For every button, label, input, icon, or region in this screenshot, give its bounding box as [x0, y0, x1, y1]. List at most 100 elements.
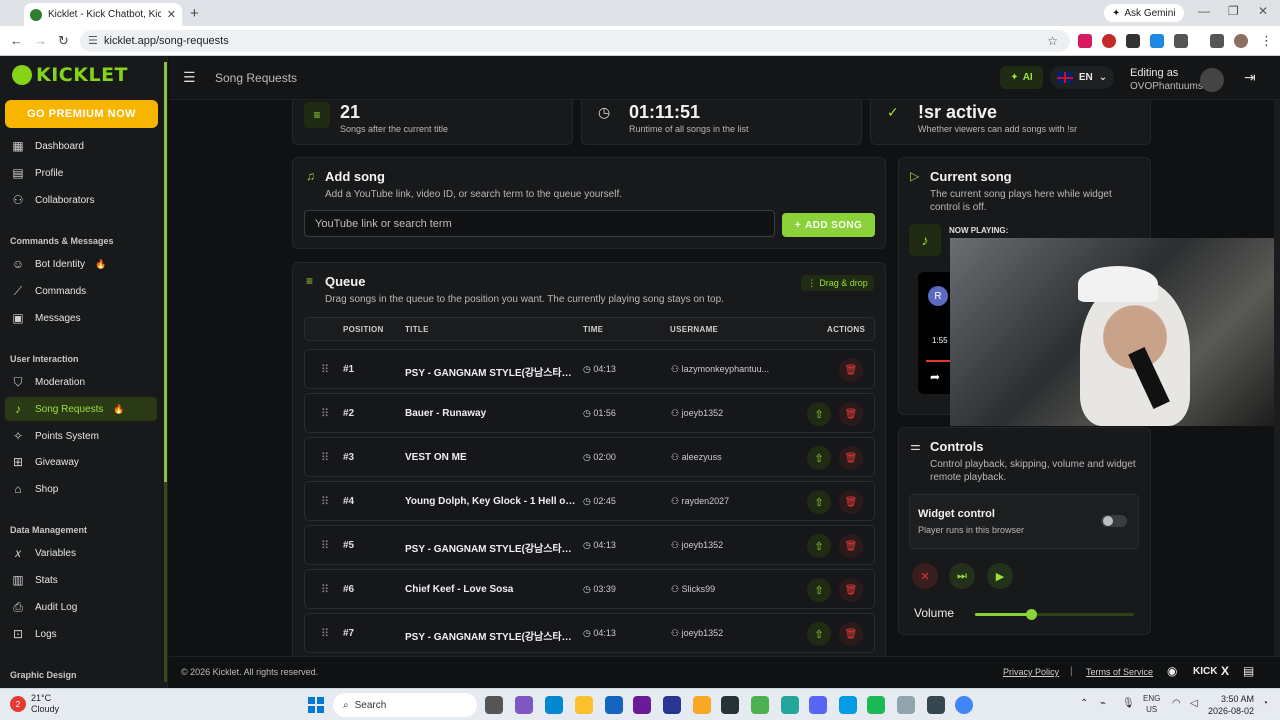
table-row[interactable]: ⠿ #6 Chief Keef - Love Sosa ◷ 03:39 ⚇ Sl… — [304, 569, 875, 609]
site-info-icon[interactable]: ☰ — [88, 34, 98, 47]
song-search-input[interactable]: YouTube link or search term — [304, 210, 775, 237]
app-icon[interactable] — [633, 696, 651, 714]
x-twitter-link[interactable]: X — [1221, 664, 1229, 678]
move-to-top-button[interactable]: ⇧ — [807, 446, 831, 470]
delete-song-button[interactable]: 🗑 — [839, 622, 863, 646]
new-tab-button[interactable]: + — [190, 5, 199, 22]
obs-icon[interactable] — [927, 696, 945, 714]
taskbar-clock[interactable]: 3:50 AM 2026-08-02 — [1208, 693, 1254, 717]
sidebar-item-variables[interactable]: 𝑥 Variables — [5, 541, 157, 565]
forward-icon[interactable]: → — [34, 33, 47, 48]
docs-icon[interactable]: ▤ — [1243, 664, 1254, 678]
input-language[interactable]: ENG US — [1143, 693, 1160, 715]
sidebar-scrollbar[interactable] — [164, 62, 167, 682]
extension-icon[interactable] — [1150, 34, 1164, 48]
sidebar-item-bot-identity[interactable]: ☺ Bot Identity 🔥 — [5, 252, 157, 276]
discord-icon[interactable]: ◉ — [1167, 664, 1177, 678]
premiere-icon[interactable] — [663, 696, 681, 714]
app-icon[interactable] — [751, 696, 769, 714]
task-view-icon[interactable] — [485, 696, 503, 714]
drag-handle-icon[interactable]: ⠿ — [321, 363, 329, 376]
extensions-puzzle-icon[interactable] — [1174, 34, 1188, 48]
network-icon[interactable]: ⌁ — [1100, 698, 1106, 709]
move-to-top-button[interactable]: ⇧ — [807, 578, 831, 602]
reading-list-icon[interactable] — [1210, 34, 1224, 48]
move-to-top-button[interactable]: ⇧ — [807, 490, 831, 514]
delete-song-button[interactable]: 🗑 — [839, 446, 863, 470]
extension-icon[interactable] — [1102, 34, 1116, 48]
close-tab-icon[interactable]: ✕ — [167, 8, 176, 21]
table-row[interactable]: ⠿ #2 Bauer - Runaway ◷ 01:56 ⚇ joeyb1352… — [304, 393, 875, 433]
share-icon[interactable]: ➦ — [930, 370, 940, 384]
notifications-icon[interactable]: ◔ — [1262, 698, 1268, 709]
taskbar-search[interactable]: ⌕ Search — [333, 693, 477, 717]
sidebar-item-commands[interactable]: ⟋ Commands — [5, 279, 157, 303]
collapse-menu-icon[interactable]: ☰ — [183, 69, 196, 86]
delete-song-button[interactable]: 🗑 — [839, 402, 863, 426]
url-field[interactable]: ☰ kicklet.app/song-requests ☆ — [80, 30, 1070, 52]
steam-icon[interactable] — [721, 696, 739, 714]
restore-icon[interactable]: ❐ — [1228, 4, 1239, 18]
volume-slider[interactable] — [975, 609, 1134, 620]
mic-icon[interactable]: 🎙 — [1122, 698, 1135, 709]
volume-icon[interactable]: ◁ — [1190, 698, 1198, 709]
sidebar-item-logs[interactable]: ⊡ Logs — [5, 622, 157, 646]
wifi-icon[interactable]: ◠ — [1172, 698, 1181, 709]
extension-icon[interactable] — [1126, 34, 1140, 48]
sidebar-item-song-requests[interactable]: ♪ Song Requests 🔥 — [5, 397, 157, 421]
app-icon[interactable] — [693, 696, 711, 714]
page-scrollbar[interactable] — [1274, 100, 1280, 656]
play-button[interactable]: ▶ — [987, 563, 1013, 589]
kicklet-logo[interactable]: KICKLET — [12, 64, 128, 86]
sidebar-item-profile[interactable]: ▤ Profile — [5, 161, 157, 185]
sidebar-item-moderation[interactable]: ⛉ Moderation — [5, 370, 157, 394]
move-to-top-button[interactable]: ⇧ — [807, 534, 831, 558]
move-to-top-button[interactable]: ⇧ — [807, 622, 831, 646]
table-row[interactable]: ⠿ #1 PSY - GANGNAM STYLE(강남스타일... ◷ 04:1… — [304, 349, 875, 389]
bookmark-star-icon[interactable]: ☆ — [1047, 34, 1058, 48]
app-icon[interactable] — [897, 696, 915, 714]
explorer-icon[interactable] — [575, 696, 593, 714]
drag-handle-icon[interactable]: ⠿ — [321, 495, 329, 508]
kick-link[interactable]: KICK — [1193, 666, 1217, 677]
stop-button[interactable]: ✕ — [912, 563, 938, 589]
volume-knob[interactable] — [1025, 609, 1037, 620]
table-row[interactable]: ⠿ #3 VEST ON ME ◷ 02:00 ⚇ aleezyuss ⇧ 🗑 — [304, 437, 875, 477]
drag-handle-icon[interactable]: ⠿ — [321, 583, 329, 596]
chrome-icon[interactable] — [955, 696, 973, 714]
window-close-icon[interactable]: ✕ — [1258, 4, 1268, 18]
privacy-policy-link[interactable]: Privacy Policy — [1003, 667, 1059, 677]
sidebar-scroll-thumb[interactable] — [164, 62, 167, 482]
windows-start-icon[interactable] — [308, 697, 324, 713]
profile-avatar-icon[interactable] — [1234, 34, 1248, 48]
skip-button[interactable]: ⏭ — [949, 563, 975, 589]
copilot-icon[interactable] — [515, 696, 533, 714]
move-to-top-button[interactable]: ⇧ — [807, 402, 831, 426]
sidebar-item-collaborators[interactable]: ⚇ Collaborators — [5, 188, 157, 212]
app-icon[interactable] — [605, 696, 623, 714]
drag-handle-icon[interactable]: ⠿ — [321, 407, 329, 420]
spotify-icon[interactable] — [867, 696, 885, 714]
add-song-button[interactable]: + ADD SONG — [782, 213, 875, 237]
browser-menu-icon[interactable]: ⋮ — [1260, 33, 1273, 49]
sidebar-item-points-system[interactable]: ✧ Points System — [5, 424, 157, 448]
drag-handle-icon[interactable]: ⠿ — [321, 539, 329, 552]
avatar[interactable] — [1200, 68, 1224, 92]
edge-icon[interactable] — [545, 696, 563, 714]
drag-handle-icon[interactable]: ⠿ — [321, 627, 329, 640]
minimize-icon[interactable]: — — [1198, 4, 1210, 18]
table-row[interactable]: ⠿ #5 PSY - GANGNAM STYLE(강남스타일... ◷ 04:1… — [304, 525, 875, 565]
telegram-icon[interactable] — [839, 696, 857, 714]
sidebar-item-shop[interactable]: ⌂ Shop — [5, 477, 157, 501]
drag-handle-icon[interactable]: ⠿ — [321, 451, 329, 464]
table-row[interactable]: ⠿ #7 PSY - GANGNAM STYLE(강남스타일... ◷ 04:1… — [304, 613, 875, 653]
sidebar-item-stats[interactable]: ▥ Stats — [5, 568, 157, 592]
delete-song-button[interactable]: 🗑 — [839, 534, 863, 558]
delete-song-button[interactable]: 🗑 — [839, 358, 863, 382]
ask-gemini-button[interactable]: ✦ Ask Gemini — [1104, 4, 1184, 22]
delete-song-button[interactable]: 🗑 — [839, 578, 863, 602]
extension-icon[interactable] — [1078, 34, 1092, 48]
weather-widget[interactable]: 2 21°C Cloudy — [10, 693, 59, 715]
reload-icon[interactable]: ↻ — [58, 33, 69, 49]
sidebar-item-giveaway[interactable]: ⊞ Giveaway — [5, 450, 157, 474]
